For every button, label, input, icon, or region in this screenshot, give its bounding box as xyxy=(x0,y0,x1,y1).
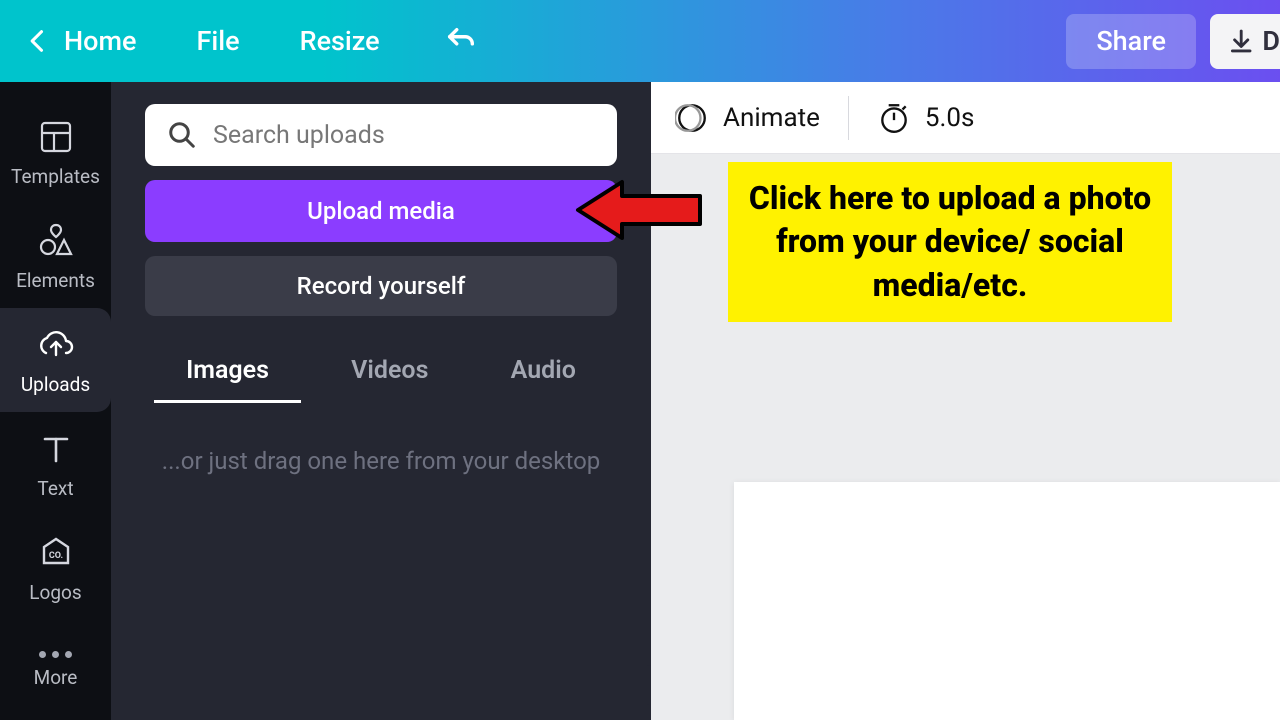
more-icon xyxy=(39,651,72,658)
download-label-fragment: D xyxy=(1262,25,1280,57)
top-menu-bar: Home File Resize Share D xyxy=(0,0,1280,82)
share-button[interactable]: Share xyxy=(1066,14,1196,69)
sidebar-label-logos: Logos xyxy=(29,581,81,604)
tab-audio[interactable]: Audio xyxy=(501,346,586,401)
record-yourself-button[interactable]: Record yourself xyxy=(145,256,617,316)
svg-text:CO.: CO. xyxy=(48,551,62,561)
back-icon[interactable] xyxy=(24,27,52,55)
sidebar-item-text[interactable]: Text xyxy=(0,412,111,516)
instruction-callout: Click here to upload a photo from your d… xyxy=(728,162,1172,322)
topbar-right-group: Share D xyxy=(1066,0,1280,82)
left-sidebar: Templates Elements Uploads Text CO. Logo… xyxy=(0,82,111,720)
canvas-toolbar: Animate 5.0s xyxy=(651,82,1280,154)
sidebar-label-more: More xyxy=(34,666,78,689)
search-icon xyxy=(167,120,197,150)
sidebar-item-uploads[interactable]: Uploads xyxy=(0,308,111,412)
animate-button[interactable]: Animate xyxy=(675,101,820,135)
animate-icon xyxy=(675,101,709,135)
sidebar-label-text: Text xyxy=(37,477,73,500)
home-menu[interactable]: Home xyxy=(64,25,136,57)
duration-label: 5.0s xyxy=(925,103,975,133)
sidebar-item-logos[interactable]: CO. Logos xyxy=(0,516,111,620)
animate-label: Animate xyxy=(723,103,820,133)
media-tabs: Images Videos Audio xyxy=(145,346,617,401)
resize-menu[interactable]: Resize xyxy=(300,25,380,57)
search-uploads-box[interactable] xyxy=(145,104,617,166)
tab-images[interactable]: Images xyxy=(176,346,279,401)
sidebar-label-uploads: Uploads xyxy=(21,373,90,396)
upload-media-button[interactable]: Upload media xyxy=(145,180,617,242)
uploads-panel: Upload media Record yourself Images Vide… xyxy=(111,82,651,720)
tab-videos[interactable]: Videos xyxy=(341,346,438,401)
design-page[interactable] xyxy=(734,482,1280,720)
callout-text: Click here to upload a photo from your d… xyxy=(748,177,1152,307)
download-button[interactable]: D xyxy=(1210,14,1280,69)
duration-button[interactable]: 5.0s xyxy=(877,101,975,135)
file-menu[interactable]: File xyxy=(196,25,239,57)
toolbar-separator xyxy=(848,96,849,140)
sidebar-item-templates[interactable]: Templates xyxy=(0,100,111,204)
sidebar-item-elements[interactable]: Elements xyxy=(0,204,111,308)
sidebar-item-more[interactable]: More xyxy=(0,620,111,720)
timer-icon xyxy=(877,101,911,135)
sidebar-label-elements: Elements xyxy=(16,269,95,292)
search-uploads-input[interactable] xyxy=(213,121,595,150)
undo-icon[interactable] xyxy=(444,24,478,58)
dropzone-hint: ...or just drag one here from your deskt… xyxy=(145,445,617,479)
sidebar-label-templates: Templates xyxy=(11,165,100,188)
red-arrow-annotation xyxy=(572,176,706,244)
